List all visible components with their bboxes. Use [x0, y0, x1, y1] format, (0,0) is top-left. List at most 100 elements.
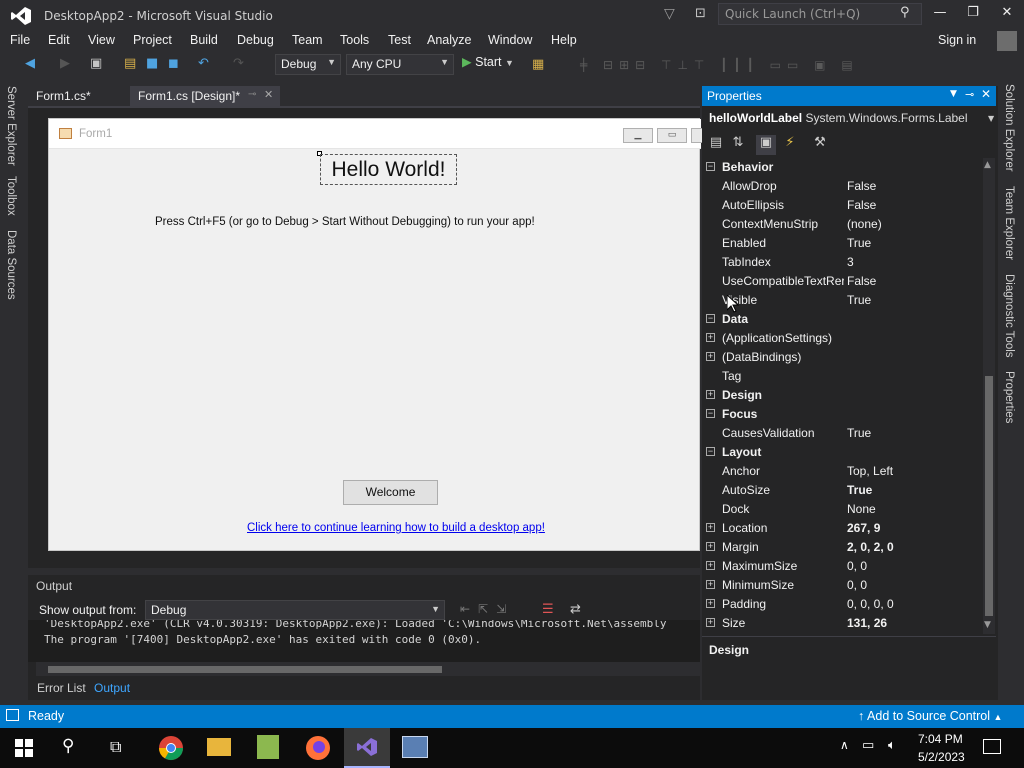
property-row[interactable]: + (DataBindings) — [702, 348, 980, 367]
property-value[interactable]: 267, 9 — [847, 521, 880, 535]
form-preview[interactable]: Form1 ▁ ▭ Hello World! Press Ctrl+F5 (or… — [48, 118, 703, 551]
property-row[interactable]: + (ApplicationSettings) — [702, 329, 980, 348]
desktop-app-icon[interactable] — [402, 736, 428, 758]
learn-more-link[interactable]: Click here to continue learning how to b… — [247, 522, 545, 534]
expand-icon[interactable]: + — [706, 333, 715, 342]
tab-team-explorer[interactable]: Team Explorer — [1003, 186, 1015, 260]
hello-world-label[interactable]: Hello World! — [320, 154, 457, 185]
collapse-icon[interactable]: − — [706, 162, 715, 171]
properties-object-select[interactable]: helloWorldLabel System.Windows.Forms.Lab… — [709, 111, 968, 125]
property-row[interactable]: Visible True — [702, 291, 980, 310]
user-avatar-icon[interactable] — [997, 31, 1017, 51]
navigate-back-icon[interactable]: ◀ — [25, 56, 35, 71]
chevron-down-icon[interactable]: ▼ — [950, 89, 957, 99]
expand-icon[interactable]: + — [706, 580, 715, 589]
alphabetical-icon[interactable]: ⇅ — [728, 135, 748, 155]
menu-view[interactable]: View — [88, 33, 115, 47]
file-explorer-icon[interactable] — [207, 738, 231, 756]
property-value[interactable]: Top, Left — [847, 464, 893, 478]
chevron-up-icon[interactable]: ∧ — [840, 738, 849, 752]
clock-time[interactable]: 7:04 PM — [918, 732, 963, 746]
collapse-icon[interactable]: − — [706, 409, 715, 418]
property-category[interactable]: − Layout — [702, 443, 980, 462]
clock-date[interactable]: 5/2/2023 — [918, 750, 965, 764]
categorized-icon[interactable]: ▤ — [706, 135, 726, 155]
property-row[interactable]: + Padding 0, 0, 0, 0 — [702, 595, 980, 614]
expand-icon[interactable]: + — [706, 542, 715, 551]
property-row[interactable]: + MinimumSize 0, 0 — [702, 576, 980, 595]
clear-all-icon[interactable]: ☰ — [542, 602, 554, 617]
scroll-up-icon[interactable]: ▲ — [984, 160, 991, 170]
tab-diagnostic-tools[interactable]: Diagnostic Tools — [1003, 274, 1015, 358]
instruction-label[interactable]: Press Ctrl+F5 (or go to Debug > Start Wi… — [155, 216, 535, 228]
notifications-icon[interactable] — [983, 739, 1001, 754]
windows-start-icon[interactable] — [15, 739, 33, 757]
property-row[interactable]: + MaximumSize 0, 0 — [702, 557, 980, 576]
pin-icon[interactable]: ⊸ — [965, 88, 974, 101]
expand-icon[interactable]: + — [706, 599, 715, 608]
task-view-icon[interactable]: ⧉ — [110, 737, 121, 757]
output-source-select[interactable]: Debug ▼ — [145, 600, 445, 620]
configuration-select[interactable]: Debug ▼ — [275, 54, 341, 75]
property-value[interactable]: True — [847, 293, 871, 307]
property-value[interactable]: 0, 0 — [847, 578, 867, 592]
property-category[interactable]: − Focus — [702, 405, 980, 424]
menu-help[interactable]: Help — [551, 33, 577, 47]
property-row[interactable]: + Margin 2, 0, 2, 0 — [702, 538, 980, 557]
search-icon[interactable]: ⚲ — [900, 5, 910, 20]
filter-icon[interactable]: ▽ — [664, 6, 675, 22]
new-project-icon[interactable]: ▣ — [90, 56, 102, 71]
property-row[interactable]: TabIndex 3 — [702, 253, 980, 272]
tab-server-explorer[interactable]: Server Explorer — [5, 86, 17, 166]
property-row[interactable]: Dock None — [702, 500, 980, 519]
property-row[interactable]: CausesValidation True — [702, 424, 980, 443]
menu-window[interactable]: Window — [488, 33, 532, 47]
redo-icon[interactable]: ↷ — [233, 56, 244, 71]
menu-project[interactable]: Project — [133, 33, 172, 47]
volume-icon[interactable]: 🔈︎ — [888, 738, 896, 753]
property-row[interactable]: Tag — [702, 367, 980, 386]
menu-analyze[interactable]: Analyze — [427, 33, 471, 47]
menu-debug[interactable]: Debug — [237, 33, 274, 47]
menu-edit[interactable]: Edit — [48, 33, 70, 47]
scroll-down-icon[interactable]: ▼ — [984, 620, 991, 630]
expand-icon[interactable]: + — [706, 523, 715, 532]
tab-error-list[interactable]: Error List — [37, 681, 86, 695]
property-value[interactable]: False — [847, 198, 876, 212]
platform-select[interactable]: Any CPU ▼ — [346, 54, 454, 75]
property-value[interactable]: True — [847, 236, 871, 250]
feedback-icon[interactable]: ⊡ — [695, 6, 706, 21]
tab-form1-cs[interactable]: Form1.cs* — [28, 86, 99, 106]
save-all-icon[interactable]: ◼ — [168, 56, 179, 71]
property-value[interactable]: 2, 0, 2, 0 — [847, 540, 894, 554]
expand-icon[interactable]: + — [706, 390, 715, 399]
chevron-down-icon[interactable]: ▼ — [988, 114, 994, 123]
collapse-icon[interactable]: − — [706, 314, 715, 323]
close-tab-icon[interactable]: ✕ — [264, 88, 273, 101]
layout-align-icons[interactable]: ╪ ⊟⊞⊟ ⊤⊥⊤ ┃┃┃ ▭▭ ▣ ▤ — [580, 58, 950, 72]
menu-test[interactable]: Test — [388, 33, 411, 47]
browser-link-icon[interactable]: ▦ — [532, 57, 544, 72]
properties-icon[interactable]: ▣ — [756, 135, 776, 155]
menu-build[interactable]: Build — [190, 33, 218, 47]
property-value[interactable]: 3 — [847, 255, 854, 269]
scrollbar-thumb[interactable] — [985, 376, 993, 616]
network-icon[interactable]: ▭ — [862, 738, 874, 753]
pin-icon[interactable]: ⊸ — [248, 89, 256, 100]
close-icon[interactable]: ✕ — [981, 87, 991, 101]
collapse-icon[interactable]: − — [706, 447, 715, 456]
property-row[interactable]: UseCompatibleTextRer False — [702, 272, 980, 291]
events-icon[interactable]: ⚡ — [780, 135, 800, 155]
welcome-button[interactable]: Welcome — [343, 480, 438, 505]
menu-file[interactable]: File — [10, 33, 30, 47]
property-value[interactable]: 131, 26 — [847, 616, 887, 630]
tab-toolbox[interactable]: Toolbox — [5, 176, 17, 216]
menu-tools[interactable]: Tools — [340, 33, 369, 47]
property-category[interactable]: − Data — [702, 310, 980, 329]
property-value[interactable]: 0, 0 — [847, 559, 867, 573]
property-pages-icon[interactable]: ⚒ — [810, 135, 830, 155]
tab-properties[interactable]: Properties — [1003, 371, 1015, 423]
search-icon[interactable]: ⚲ — [62, 736, 74, 756]
close-button[interactable]: ✕ — [996, 5, 1018, 20]
visual-studio-taskbar-button[interactable] — [344, 728, 390, 768]
